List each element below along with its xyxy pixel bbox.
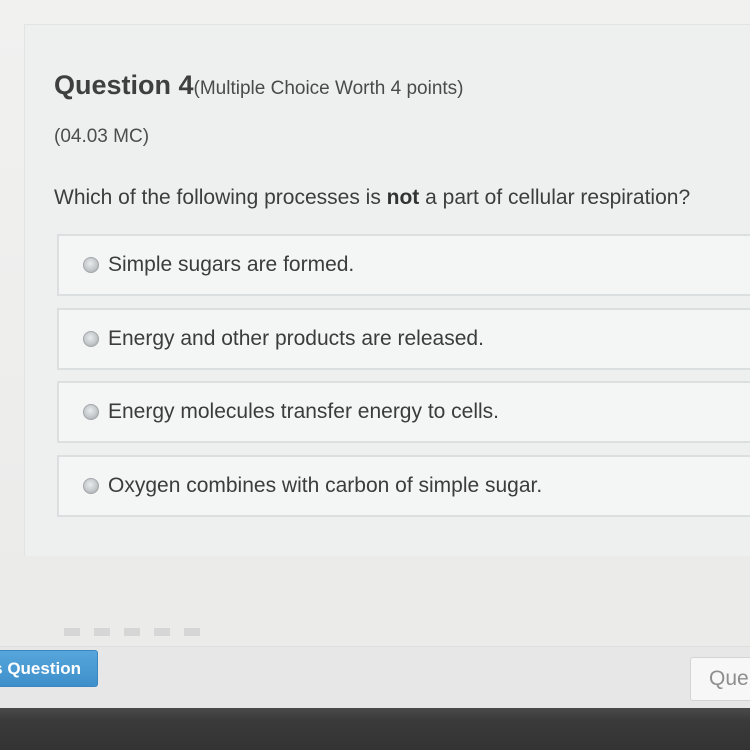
answer-option-label: Oxygen combines with carbon of simple su… [108, 474, 543, 497]
answer-option-1[interactable]: Simple sugars are formed. [57, 234, 750, 296]
question-heading: Question 4(Multiple Choice Worth 4 point… [54, 70, 464, 101]
answer-option-label: Simple sugars are formed. [108, 253, 355, 276]
question-stem: Which of the following processes is not … [54, 186, 690, 210]
question-code: (04.03 MC) [54, 126, 150, 147]
screen: Question 4(Multiple Choice Worth 4 point… [0, 0, 750, 750]
monitor-bezel [0, 708, 750, 750]
answer-option-label: Energy molecules transfer energy to cell… [108, 400, 500, 423]
previous-question-button[interactable]: s Question [0, 650, 98, 687]
question-points: (Multiple Choice Worth 4 points) [193, 78, 464, 99]
question-title: Question 4 [54, 70, 194, 100]
next-question-heading-partial [64, 628, 214, 636]
radio-button-1[interactable] [83, 257, 99, 273]
radio-button-2[interactable] [83, 331, 99, 347]
radio-button-3[interactable] [83, 404, 99, 420]
next-question-button[interactable]: Que [690, 657, 750, 701]
answer-option-4[interactable]: Oxygen combines with carbon of simple su… [57, 455, 750, 517]
navigation-bar [0, 646, 750, 709]
stem-text-after: a part of cellular respiration? [419, 186, 691, 209]
stem-text-emphasis: not [386, 186, 420, 209]
answer-option-2[interactable]: Energy and other products are released. [57, 308, 750, 370]
radio-button-4[interactable] [83, 478, 99, 494]
answer-option-3[interactable]: Energy molecules transfer energy to cell… [57, 381, 750, 443]
stem-text-before: Which of the following processes is [54, 186, 387, 209]
answer-option-label: Energy and other products are released. [108, 327, 484, 350]
